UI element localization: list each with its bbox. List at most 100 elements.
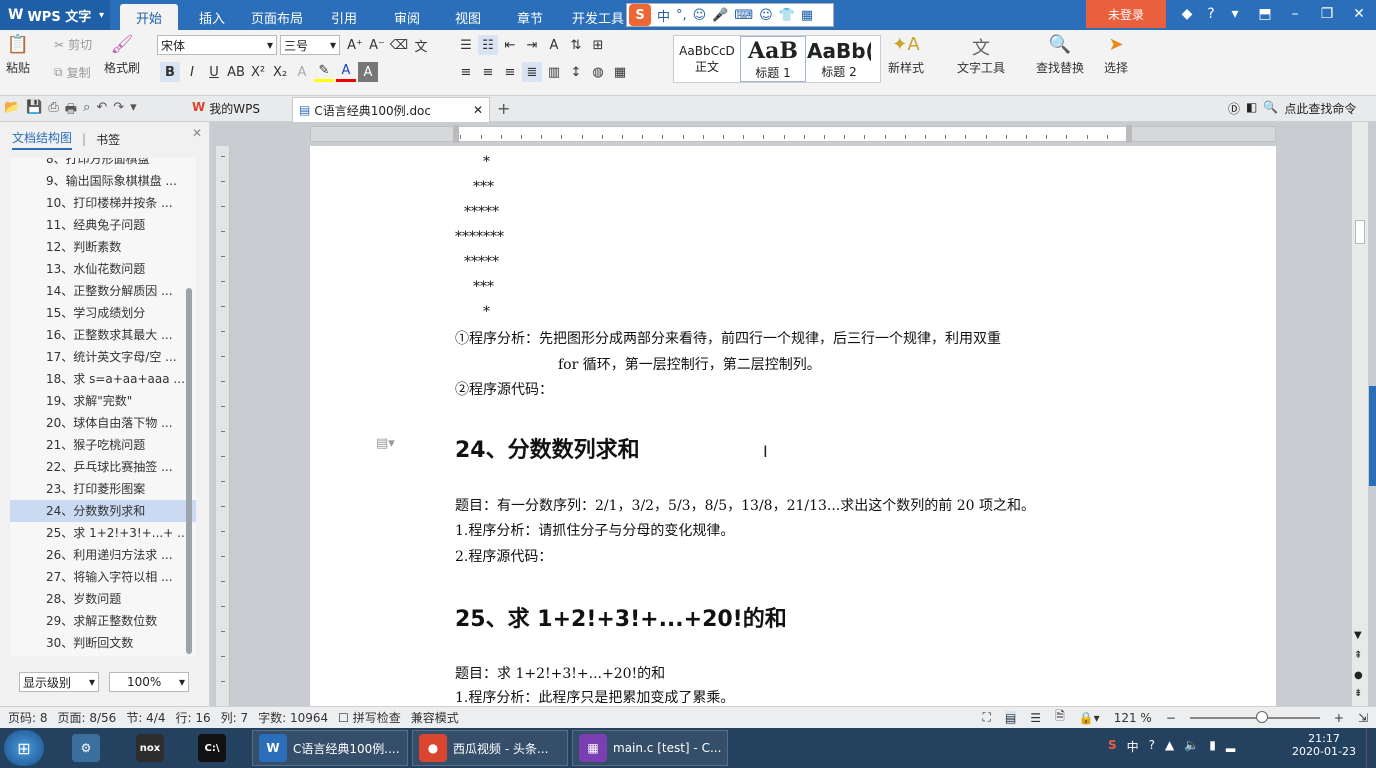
export-pdf-icon[interactable]: ⎙ <box>48 100 58 122</box>
table-icon[interactable]: ⊞ <box>588 35 608 55</box>
outline-item[interactable]: 11、经典兔子问题 <box>10 214 196 236</box>
show-desktop-button[interactable] <box>1366 728 1376 768</box>
fullscreen-icon[interactable]: ⛶ <box>983 710 991 725</box>
increase-indent-icon[interactable]: ⇥ <box>522 35 542 55</box>
tab-8[interactable]: 开发工具 <box>566 4 630 30</box>
outline-item[interactable]: 14、正整数分解质因 ... <box>10 280 196 302</box>
select-button[interactable]: ➤ 选择 <box>1104 34 1128 76</box>
punctuation-icon[interactable]: °, <box>676 8 687 23</box>
page-view-icon[interactable]: ▤ <box>1004 710 1017 725</box>
italic-icon[interactable]: I <box>182 62 202 82</box>
keyboard-icon[interactable]: ⌨ <box>734 8 753 23</box>
style-3[interactable]: AaBb(标题 2 <box>806 36 872 82</box>
line-spacing-icon[interactable]: ↕ <box>566 62 586 82</box>
tab-2[interactable]: 插入 <box>186 4 238 30</box>
paste-button[interactable]: 📋 粘贴 <box>6 34 30 76</box>
outline-item[interactable]: 23、打印菱形图案 <box>10 478 196 500</box>
tab-document-outline[interactable]: 文档结构图 <box>12 129 73 150</box>
style-2[interactable]: AaB 标题 1 <box>740 36 806 82</box>
outline-item[interactable]: 8、打印方形面棋盘 <box>10 158 196 170</box>
find-replace-button[interactable]: 🔍 查找替换 <box>1036 34 1084 76</box>
outline-item[interactable]: 17、统计英文字母/空 ... <box>10 346 196 368</box>
outline-item[interactable]: 26、利用递归方法求 ... <box>10 544 196 566</box>
ime-toolbar[interactable]: S 中 °, ☺ 🎤 ⌨ ☺ 👕 ▦ <box>626 3 834 27</box>
paragraph-handle-icon[interactable]: ▤▾ <box>376 436 395 451</box>
protect-icon[interactable]: 🔒▾ <box>1079 711 1100 725</box>
new-style-button[interactable]: ✦A 新样式 <box>888 34 924 76</box>
toolbox-icon[interactable]: ☺ <box>759 8 773 23</box>
text-effect-icon[interactable]: A <box>292 62 312 82</box>
font-color-icon[interactable]: A <box>336 62 356 82</box>
outline-view-icon[interactable]: ☰ <box>1030 711 1041 725</box>
expand-menu-icon[interactable]: ▾ <box>1220 0 1250 28</box>
change-case-icon[interactable]: A <box>544 35 564 55</box>
side-panel-toggle[interactable] <box>1369 386 1376 486</box>
undo-icon[interactable]: ↶ <box>96 100 107 122</box>
maximize-icon[interactable]: ❐ <box>1312 0 1342 28</box>
distribute-icon[interactable]: ▥ <box>544 62 564 82</box>
scrollbar-thumb[interactable] <box>1355 220 1365 244</box>
document-tab[interactable]: ▤ C语言经典100例.doc ✕ <box>292 97 490 122</box>
char-shading-icon[interactable]: A <box>358 62 378 82</box>
outline-item[interactable]: 9、输出国际象棋棋盘 ... <box>10 170 196 192</box>
outline-item[interactable]: 24、分数数列求和 <box>10 500 196 522</box>
expand-status-icon[interactable]: ⇲ <box>1358 711 1368 725</box>
pinyin-icon[interactable]: 文 <box>411 35 431 55</box>
signal-icon[interactable]: ▂ <box>1226 738 1235 755</box>
print-icon[interactable]: 🖶 <box>65 100 77 122</box>
next-page-icon[interactable]: ⇟ <box>1354 688 1362 699</box>
close-tab-icon[interactable]: ✕ <box>473 103 483 117</box>
voice-icon[interactable]: 🎤 <box>712 8 728 23</box>
select-browse-icon[interactable]: ● <box>1354 670 1363 681</box>
tab-6[interactable]: 视图 <box>440 4 496 30</box>
grid-icon[interactable]: ▦ <box>801 8 813 23</box>
outline-item[interactable]: 10、打印楼梯并按条 ... <box>10 192 196 214</box>
shading-icon[interactable]: ◍ <box>588 62 608 82</box>
outline-scrollbar-thumb[interactable] <box>186 288 192 654</box>
close-icon[interactable]: ✕ <box>1344 0 1374 28</box>
ime-mode-icon[interactable]: 中 <box>1127 738 1139 755</box>
tab-5[interactable]: 审阅 <box>380 4 434 30</box>
zoom-in-icon[interactable]: + <box>1334 711 1344 725</box>
wps-app-menu-button[interactable]: W WPS 文字 ▾ <box>0 0 110 30</box>
clock[interactable]: 21:17 2020-01-23 <box>1292 732 1356 758</box>
settings-app-icon[interactable]: ⚙ <box>72 734 100 762</box>
outline-item[interactable]: 29、求解正整数位数 <box>10 610 196 632</box>
align-left-icon[interactable]: ≡ <box>456 62 476 82</box>
document-page[interactable]: * *** ***** ******* ***** *** * ①程序分析：先把图形分成两部… <box>310 146 1276 706</box>
windows-start-icon[interactable]: ⊞ <box>4 730 44 766</box>
network-icon[interactable]: ▮ <box>1209 738 1216 755</box>
outline-item[interactable]: 15、学习成绩划分 <box>10 302 196 324</box>
sort-icon[interactable]: ⇅ <box>566 35 586 55</box>
taskbar-task[interactable]: ▦ main.c [test] - C... <box>572 730 728 766</box>
preview-icon[interactable]: ⌕ <box>83 100 90 122</box>
restore-view-icon[interactable]: ⬒ <box>1250 0 1280 28</box>
font-size-combo[interactable]: 三号 ▾ <box>280 35 340 55</box>
web-view-icon[interactable]: 🗎 <box>1055 707 1065 728</box>
tab-1[interactable]: 开始 <box>120 4 178 30</box>
bold-icon[interactable]: B <box>160 62 180 82</box>
taskbar-task[interactable]: ● 西瓜视频 - 头条... <box>412 730 568 766</box>
outline-item[interactable]: 28、岁数问题 <box>10 588 196 610</box>
underline-icon[interactable]: U <box>204 62 224 82</box>
my-wps-tab[interactable]: W 我的WPS <box>192 100 260 117</box>
subscript-icon[interactable]: X₂ <box>270 62 290 82</box>
cut-button[interactable]: ✂ 剪切 <box>54 36 92 53</box>
help-tray-icon[interactable]: ? <box>1149 738 1155 755</box>
volume-icon[interactable]: 🔈 <box>1184 738 1199 755</box>
prev-page-icon[interactable]: ⇞ <box>1354 650 1362 661</box>
tab-3[interactable]: 页面布局 <box>244 4 310 30</box>
style-1[interactable]: AaBbCcD 正文 <box>674 36 740 82</box>
new-tab-icon[interactable]: + <box>497 99 510 118</box>
text-tools-button[interactable]: 文 文字工具 <box>957 34 1005 76</box>
login-button[interactable]: 未登录 <box>1086 0 1166 28</box>
sogou-tray-icon[interactable]: S <box>1108 738 1117 755</box>
shrink-font-icon[interactable]: A⁻ <box>367 35 387 55</box>
save-icon[interactable]: 💾 <box>26 100 42 122</box>
taskbar-task[interactable]: W C语言经典100例.... <box>252 730 408 766</box>
decrease-indent-icon[interactable]: ⇤ <box>500 35 520 55</box>
align-justify-icon[interactable]: ≣ <box>522 62 542 82</box>
outline-item[interactable]: 25、求 1+2!+3!+...+ ... <box>10 522 196 544</box>
outline-item[interactable]: 27、将输入字符以相 ... <box>10 566 196 588</box>
open-folder-icon[interactable]: 📂 <box>4 100 20 122</box>
